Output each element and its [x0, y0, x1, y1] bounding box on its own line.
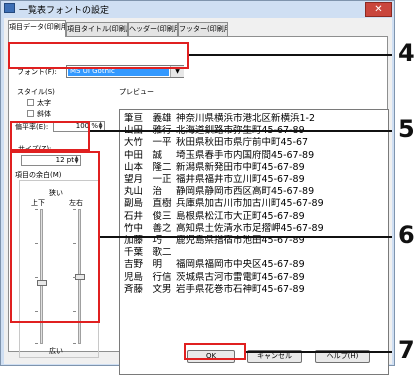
preview-row: 竹中 善之 高知県土佐清水市足摺岬45-67-89	[120, 223, 380, 235]
preview-address: 埼玉県春手市内国府間45-67-89	[176, 149, 315, 161]
preview-row: 望月 一正 福井県福井市立川町45-67-89	[120, 174, 380, 186]
callout-6: 6	[398, 221, 415, 249]
slider-tick	[35, 343, 38, 344]
preview-row: 筆亘 義雄 神奈川県横浜市港北区新横浜1-2	[120, 113, 380, 125]
wide-label: 広い	[49, 347, 63, 355]
preview-address: 秋田県秋田市県庁前中町45-67	[176, 137, 309, 149]
preview-name: 千葉 歌二	[124, 247, 172, 259]
preview-address: 茨城県古河市雷電町45-67-89	[176, 271, 305, 283]
preview-box: 筆亘 義雄神奈川県横浜市港北区新横浜1-2山田 雅行北海道釧路市弥生町45-67…	[119, 109, 389, 375]
preview-address: 岩手県花巻市石神町45-67-89	[176, 283, 305, 295]
callout-5: 5	[398, 115, 415, 143]
preview-address: 島根県松江市大正町45-67-89	[176, 210, 305, 222]
bold-checkbox[interactable]	[27, 99, 34, 106]
preview-row: 副島 直樹 兵庫県加古川市加古川町45-67-89	[120, 198, 380, 210]
preview-row: 吉野 明 福岡県福岡市中央区45-67-89	[120, 259, 380, 271]
preview-address: 新潟県新発田市中町45-67-89	[176, 161, 305, 173]
preview-name: 竹中 善之	[124, 222, 172, 234]
callout-line-6	[100, 236, 392, 238]
preview-name: 児島 行信	[124, 271, 172, 283]
preview-row: 中田 誠 埼玉県春手市内国府間45-67-89	[120, 150, 380, 162]
italic-label: 斜体	[37, 110, 51, 118]
preview-row: 山本 隆二 新潟県新発田市中町45-67-89	[120, 162, 380, 174]
preview-address: 福岡県福岡市中央区45-67-89	[176, 259, 305, 271]
preview-address: 高知県土佐清水市足摺岬45-67-89	[176, 222, 324, 234]
preview-row: 大竹 一平 秋田県秋田市県庁前中町45-67	[120, 137, 380, 149]
bold-label: 太字	[37, 99, 51, 107]
preview-name: 石井 俊三	[124, 210, 172, 222]
preview-row: 石井 俊三 島根県松江市大正町45-67-89	[120, 211, 380, 223]
preview-name: 山本 隆二	[124, 161, 172, 173]
tab-item-data[interactable]: 項目データ(印刷用)	[8, 20, 66, 37]
callout-line-7	[246, 351, 392, 353]
tab-item-title[interactable]: 項目タイトル(印刷用)	[66, 22, 128, 36]
preview-name: 丸山 治	[124, 186, 163, 198]
preview-address: 兵庫県加古川市加古川町45-67-89	[176, 198, 324, 210]
preview-label: プレビュー	[119, 88, 154, 96]
preview-name: 副島 直樹	[124, 198, 172, 210]
preview-name: 中田 誠	[124, 149, 163, 161]
preview-name: 吉野 明	[124, 259, 163, 271]
slider-tick	[73, 343, 76, 344]
preview-address: 神奈川県横浜市港北区新横浜1-2	[176, 113, 316, 124]
callout-7: 7	[398, 336, 415, 364]
preview-name: 大竹 一平	[124, 137, 172, 149]
close-button[interactable]: ✕	[365, 2, 392, 17]
preview-name: 斉藤 文男	[124, 283, 172, 295]
callout-line-5	[90, 130, 392, 132]
preview-address: 福井県福井市立川町45-67-89	[176, 174, 305, 185]
highlight-font	[8, 42, 189, 69]
italic-checkbox[interactable]	[27, 110, 34, 117]
preview-name: 筆亘 義雄	[124, 113, 172, 124]
app-icon	[4, 3, 15, 13]
preview-row: 児島 行信 茨城県古河市雷電町45-67-89	[120, 272, 380, 284]
tab-footer[interactable]: フッター(印刷用)	[178, 22, 228, 36]
style-group-label: スタイル(S)	[17, 88, 55, 96]
window-title: 一覧表フォントの設定	[19, 6, 110, 16]
callout-4: 4	[398, 39, 415, 67]
preview-row: 丸山 治 静岡県静岡市西区高町45-67-89	[120, 186, 380, 198]
preview-address: 静岡県静岡市西区高町45-67-89	[176, 186, 315, 198]
preview-row: 斉藤 文男 岩手県花巻市石神町45-67-89	[120, 284, 380, 296]
callout-line-4	[189, 54, 392, 56]
highlight-ok	[184, 343, 246, 360]
highlight-margins	[10, 151, 100, 323]
tab-header[interactable]: ヘッダー(印刷用)	[128, 22, 178, 36]
preview-row: 千葉 歌二	[120, 247, 380, 259]
preview-name: 望月 一正	[124, 174, 172, 185]
highlight-size	[10, 121, 90, 151]
